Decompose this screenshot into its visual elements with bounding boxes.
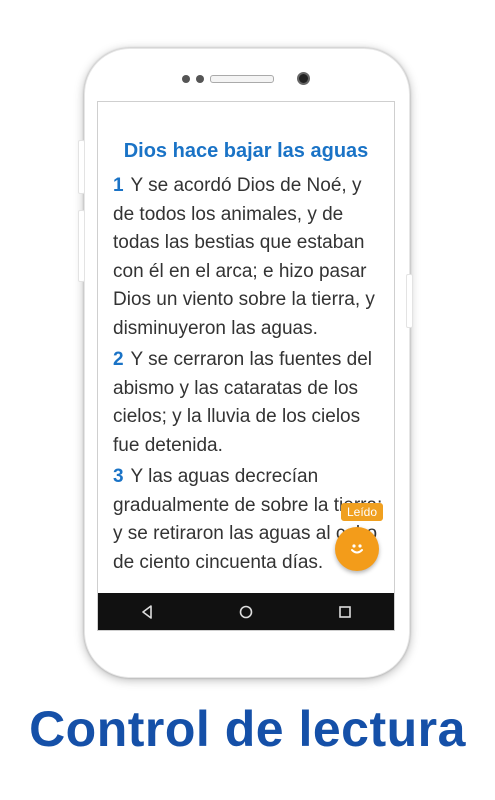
promo-caption: Control de lectura	[29, 701, 466, 757]
mark-read-button[interactable]	[335, 527, 379, 571]
recents-square-icon	[338, 605, 351, 618]
verse[interactable]: 1 Y se acordó Dios de Noé, y de todos lo…	[113, 172, 385, 343]
smiley-icon	[351, 544, 363, 554]
verse-text: Y se acordó Dios de Noé, y de todos los …	[113, 175, 375, 339]
verse-number: 1	[113, 175, 124, 196]
volume-up-button	[78, 140, 85, 194]
read-label: Leído	[341, 503, 384, 521]
verse-number: 2	[113, 349, 124, 370]
android-nav-bar	[98, 593, 394, 630]
home-circle-icon	[239, 605, 253, 618]
back-triangle-icon	[142, 604, 153, 619]
sensor-dot	[196, 75, 204, 83]
speaker-grill	[210, 75, 274, 83]
nav-recents-button[interactable]	[320, 593, 370, 630]
power-button	[406, 274, 413, 328]
phone-screen: Dios hace bajar las aguas 1 Y se acordó …	[97, 101, 395, 631]
volume-down-button	[78, 210, 85, 282]
nav-home-button[interactable]	[221, 593, 271, 630]
earpiece	[182, 72, 312, 85]
verse-text: Y se cerraron las fuentes del abismo y l…	[113, 349, 373, 456]
verse[interactable]: 2 Y se cerraron las fuentes del abismo y…	[113, 346, 385, 460]
verse-number: 3	[113, 466, 124, 487]
front-camera-icon	[297, 72, 310, 85]
sensor-dot	[182, 75, 190, 83]
nav-back-button[interactable]	[122, 593, 172, 630]
chapter-title: Dios hace bajar las aguas	[123, 140, 369, 162]
